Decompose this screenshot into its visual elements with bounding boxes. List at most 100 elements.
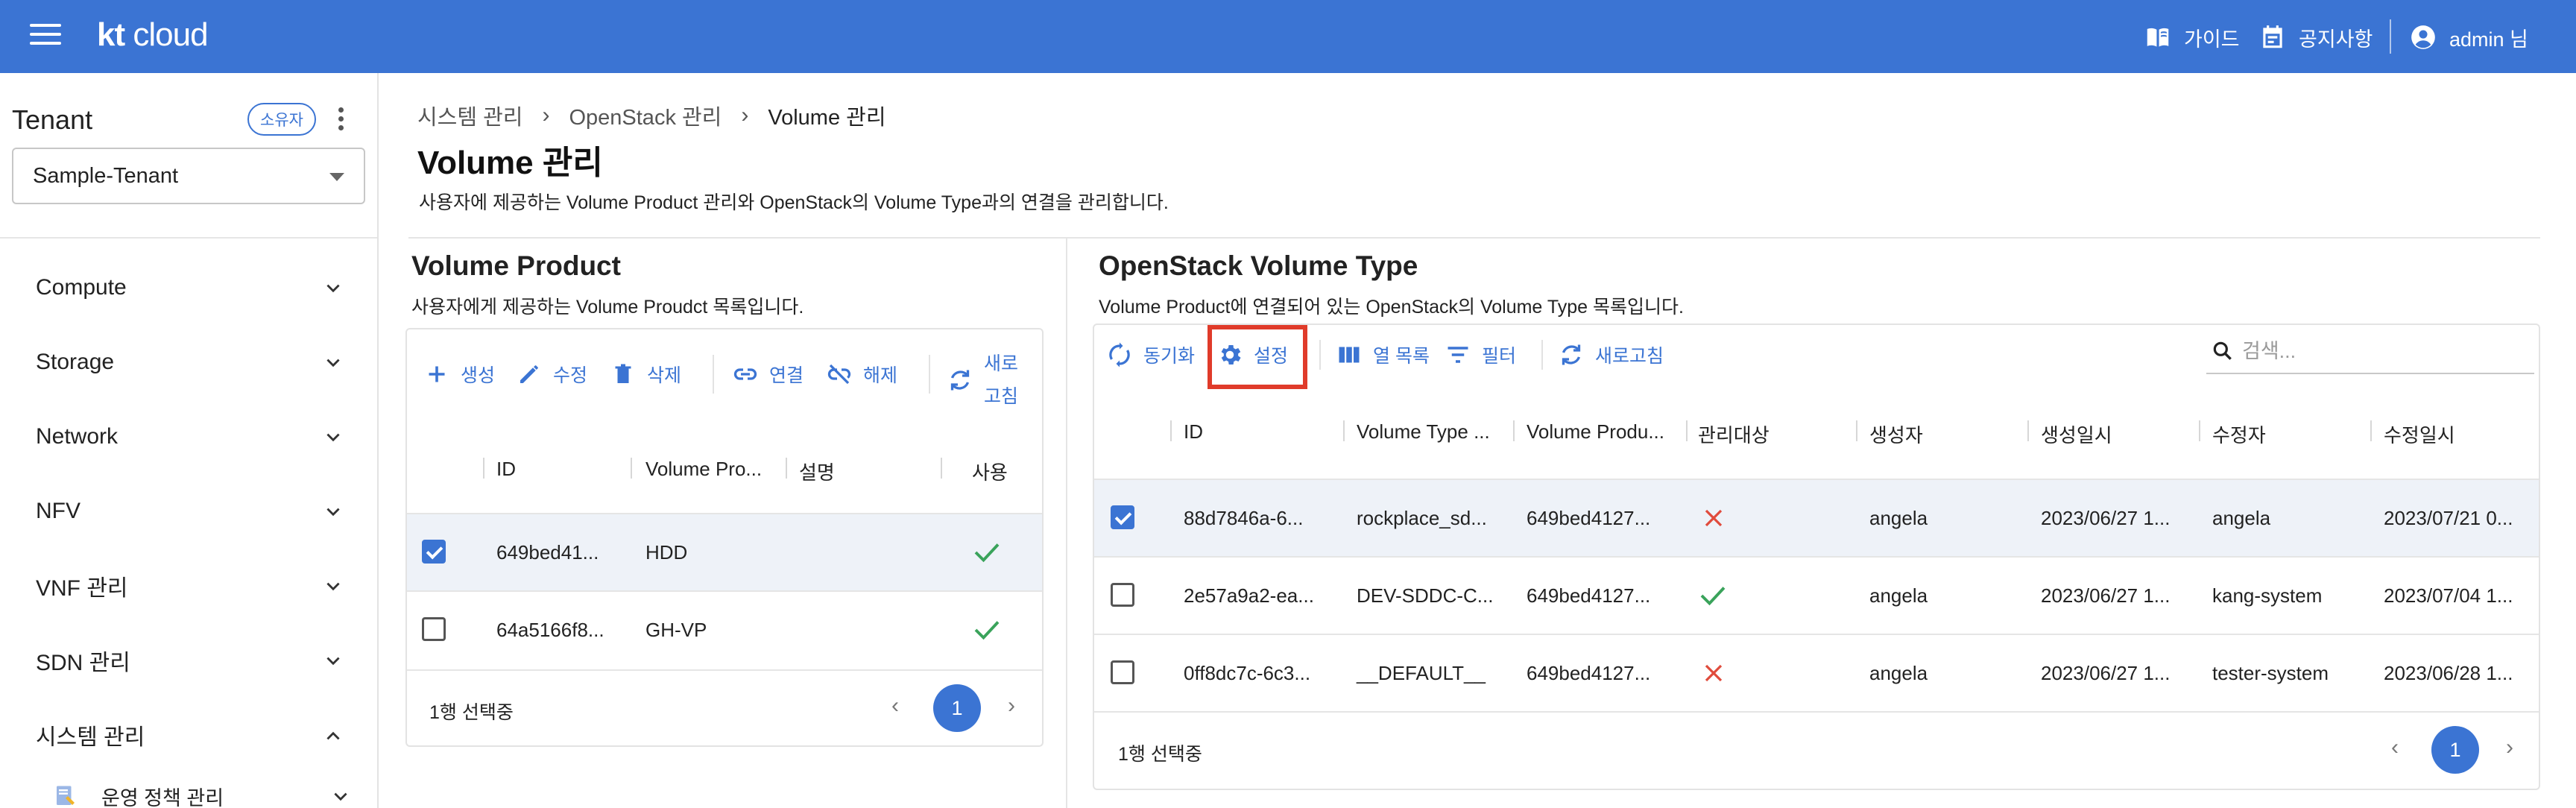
toolbar-divider: [929, 355, 930, 394]
breadcrumb-item[interactable]: OpenStack 관리: [569, 100, 722, 131]
column-separator: [1686, 420, 1688, 441]
check-icon: [1700, 587, 1726, 606]
cell-type: __DEFAULT__: [1357, 662, 1486, 684]
delete-button[interactable]: 삭제: [610, 358, 681, 391]
refresh-icon: [1562, 344, 1581, 365]
cell-product: GH-VP: [645, 619, 707, 641]
row-checkbox[interactable]: [1111, 583, 1134, 607]
close-icon: [1705, 664, 1723, 682]
sidebar-item-compute[interactable]: Compute: [36, 265, 349, 310]
row-checkbox[interactable]: [422, 540, 446, 564]
sidebar-item-storage[interactable]: Storage: [36, 340, 349, 385]
column-header-use[interactable]: 사용: [972, 458, 1008, 485]
table-footer: 1행 선택중 ‹ 1 ›: [407, 669, 1042, 747]
notice-link[interactable]: 공지사항: [2258, 21, 2373, 54]
sidebar-subitem-policy[interactable]: 운영 정책 관리: [52, 781, 350, 808]
search-field[interactable]: [2206, 329, 2534, 374]
refresh-label: 새로 고침: [984, 347, 1018, 413]
column-header-type[interactable]: Volume Type ...: [1357, 420, 1490, 444]
table-row[interactable]: 88d7846a-6... rockplace_sd... 649bed4127…: [1094, 479, 2539, 556]
dropdown-caret-icon: [329, 173, 344, 181]
cell-id: 88d7846a-6...: [1184, 507, 1304, 529]
cell-modifier: angela: [2212, 507, 2271, 529]
sidebar-item-nfv[interactable]: NFV: [36, 489, 349, 534]
table-row[interactable]: 0ff8dc7c-6c3... __DEFAULT__ 649bed4127..…: [1094, 634, 2539, 711]
cell-product: 649bed4127...: [1527, 507, 1651, 529]
volume-product-title: Volume Product: [411, 250, 621, 281]
page-title: Volume 관리: [417, 145, 603, 181]
table-footer: 1행 선택중 ‹ 1 ›: [1094, 711, 2539, 789]
toolbar-divider: [1541, 340, 1543, 370]
owner-chip[interactable]: 소유자: [247, 103, 316, 136]
kt-cloud-logo[interactable]: kt cloud: [97, 16, 209, 54]
column-header-modifier[interactable]: 수정자: [2212, 420, 2266, 448]
column-header-id[interactable]: ID: [1184, 420, 1203, 444]
refresh-button[interactable]: 새로고침: [1558, 338, 1664, 371]
refresh-button[interactable]: 새로 고침: [947, 350, 1018, 410]
more-vert-icon[interactable]: [335, 107, 346, 134]
row-checkbox[interactable]: [422, 617, 446, 641]
chevron-down-icon: [326, 359, 340, 367]
user-menu[interactable]: admin 님: [2409, 21, 2528, 54]
column-header-product[interactable]: Volume Pro...: [645, 458, 762, 481]
row-checkbox[interactable]: [1111, 505, 1134, 529]
sync-button[interactable]: 동기화: [1106, 338, 1195, 371]
refresh-label-line1: 새로: [984, 353, 1019, 374]
disconnect-button[interactable]: 해제: [826, 358, 897, 391]
sidebar-item-system[interactable]: 시스템 관리: [36, 713, 349, 757]
sidebar: Tenant 소유자 Sample-Tenant Compute Storage…: [0, 73, 379, 808]
cell-creator: angela: [1869, 584, 1928, 607]
page-number-button[interactable]: 1: [2431, 726, 2479, 774]
sidebar-item-vnf[interactable]: VNF 관리: [36, 564, 349, 608]
sidebar-item-network[interactable]: Network: [36, 414, 349, 459]
prev-page-icon[interactable]: ‹: [891, 693, 899, 719]
column-header-created[interactable]: 생성일시: [2041, 420, 2112, 448]
edit-button[interactable]: 수정: [516, 358, 587, 391]
table-row[interactable]: 649bed41... HDD: [407, 513, 1042, 590]
prev-page-icon[interactable]: ‹: [2391, 735, 2399, 760]
cell-id: 64a5166f8...: [496, 619, 604, 641]
column-separator: [1170, 420, 1172, 441]
table-row[interactable]: 64a5166f8... GH-VP: [407, 590, 1042, 668]
column-header-product[interactable]: Volume Produ...: [1527, 420, 1664, 444]
trash-icon: [615, 364, 631, 383]
column-separator: [1343, 420, 1345, 441]
policy-doc-icon: [57, 786, 75, 805]
column-header-creator[interactable]: 생성자: [1869, 420, 1923, 448]
row-checkbox[interactable]: [1111, 660, 1134, 684]
sidebar-item-sdn[interactable]: SDN 관리: [36, 638, 349, 683]
breadcrumb: 시스템 관리 › OpenStack 관리 › Volume 관리: [417, 100, 886, 131]
sidebar-subitem-label: 운영 정책 관리: [101, 786, 224, 808]
cell-modifier: kang-system: [2212, 584, 2323, 607]
cell-creator: angela: [1869, 662, 1928, 684]
column-header-id[interactable]: ID: [496, 458, 516, 481]
next-page-icon[interactable]: ›: [1008, 693, 1015, 719]
sidebar-item-label: NFV: [36, 499, 80, 523]
next-page-icon[interactable]: ›: [2506, 735, 2513, 760]
account-circle-icon: [2411, 25, 2435, 49]
column-header-modified[interactable]: 수정일시: [2384, 420, 2455, 448]
column-header-desc[interactable]: 설명: [799, 458, 835, 485]
tenant-select[interactable]: Sample-Tenant: [12, 148, 365, 204]
menu-icon[interactable]: [30, 24, 61, 48]
sidebar-item-label: SDN 관리: [36, 651, 130, 675]
chevron-down-icon: [326, 657, 340, 666]
header-divider: [2390, 19, 2391, 54]
column-separator: [2199, 420, 2200, 441]
column-separator: [631, 458, 632, 479]
table-row[interactable]: 2e57a9a2-ea... DEV-SDDC-C... 649bed4127.…: [1094, 556, 2539, 634]
column-header-managed[interactable]: 관리대상: [1698, 420, 1770, 448]
create-button[interactable]: 생성: [423, 358, 495, 391]
guide-link[interactable]: 가이드: [2144, 21, 2240, 54]
breadcrumb-item[interactable]: 시스템 관리: [417, 100, 523, 131]
cell-creator: angela: [1869, 507, 1928, 529]
sidebar-item-label: Compute: [36, 275, 127, 300]
page-number-button[interactable]: 1: [933, 684, 981, 732]
logo-cloud-text: cloud: [133, 16, 208, 53]
column-separator: [786, 458, 787, 479]
connect-button[interactable]: 연결: [732, 358, 804, 391]
filter-button[interactable]: 필터: [1445, 338, 1516, 371]
search-input[interactable]: [2242, 339, 2510, 363]
columns-button[interactable]: 열 목록: [1336, 338, 1430, 371]
cell-created: 2023/06/27 1...: [2041, 662, 2171, 684]
